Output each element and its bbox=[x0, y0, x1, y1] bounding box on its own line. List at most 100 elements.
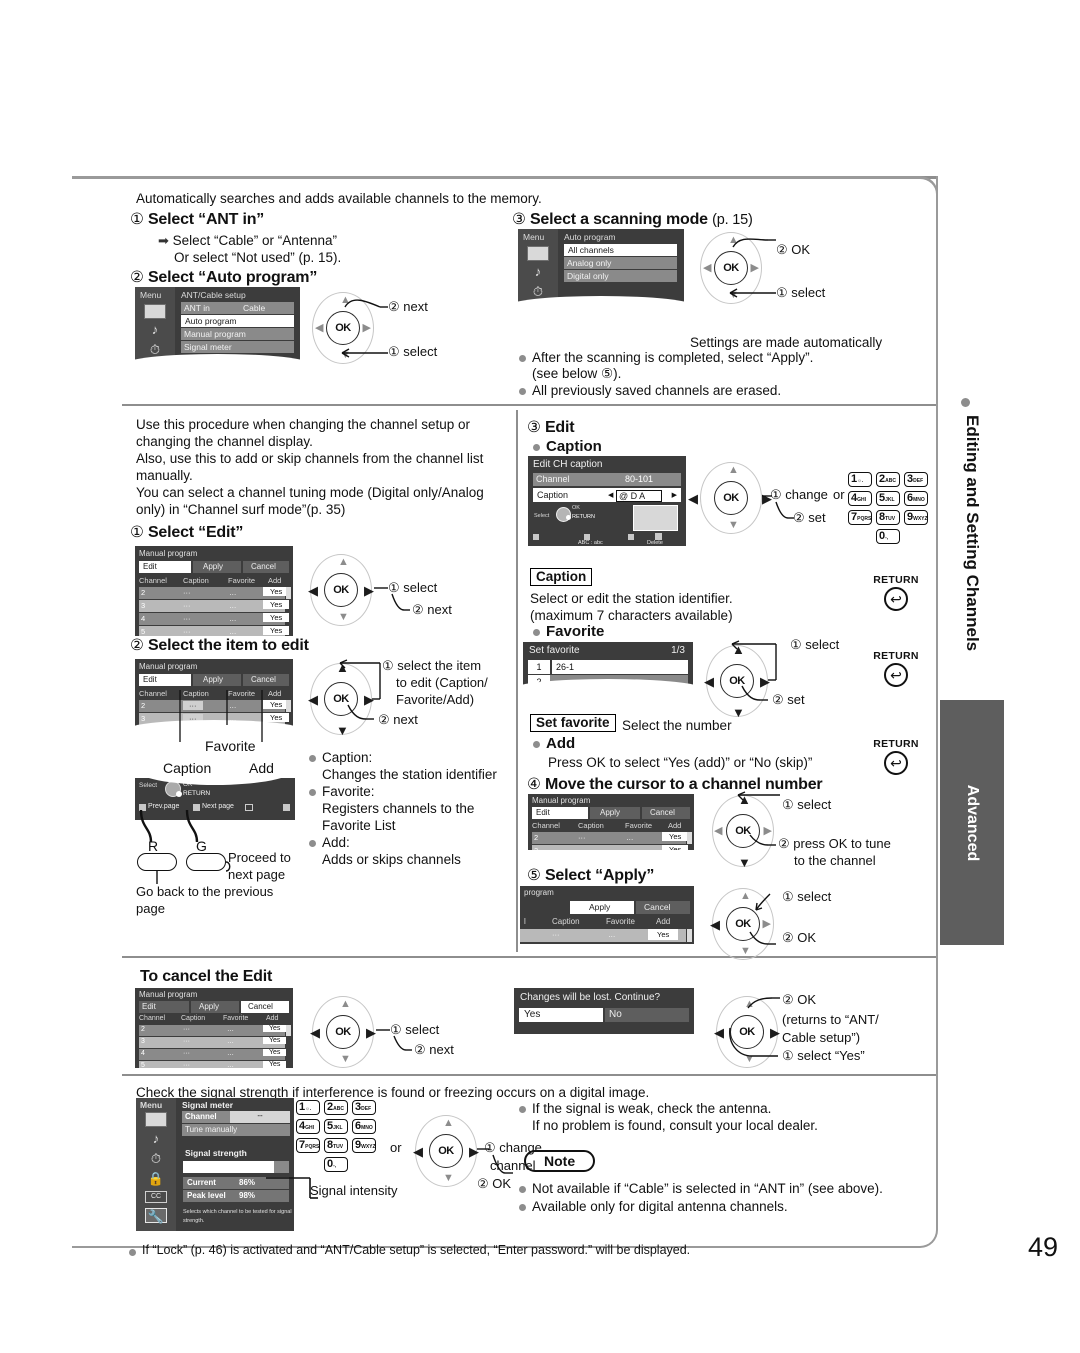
cell-add[interactable]: Yes bbox=[263, 1061, 287, 1068]
yellow-key-icon[interactable] bbox=[655, 533, 662, 540]
dpad-manual-step-1[interactable]: OK ▲ ▼ ◀ ▶ bbox=[308, 554, 374, 626]
caption-value[interactable]: @ D A bbox=[616, 490, 663, 502]
key-6[interactable]: 6MNO bbox=[352, 1119, 376, 1134]
key-1[interactable]: 1☼. bbox=[296, 1100, 320, 1115]
remote-keypad-edit[interactable]: 1☼. 2ABC 3DEF 4GHI 5JKL 6MNO 7PQRS 8TUV … bbox=[848, 472, 934, 544]
cell-add[interactable]: Yes bbox=[263, 613, 290, 622]
btn-edit[interactable]: Edit bbox=[139, 674, 191, 686]
btn-apply[interactable]: Apply bbox=[590, 807, 640, 819]
btn-edit[interactable]: Edit bbox=[139, 1001, 189, 1013]
favorite-row-1[interactable]: 1 26-1 bbox=[528, 660, 688, 674]
remote-keypad-signal[interactable]: 1☼. 2ABC 3DEF 4GHI 5JKL 6MNO 7PQRS 8TUV … bbox=[296, 1100, 382, 1172]
return-button-3[interactable]: RETURN ↩ bbox=[868, 738, 924, 775]
cell-add[interactable]: Yes bbox=[662, 832, 689, 841]
lock-icon[interactable]: 🔒 bbox=[145, 1171, 167, 1186]
row-signal-channel[interactable]: Channel -- bbox=[182, 1111, 290, 1123]
cell-add[interactable]: Yes bbox=[263, 626, 290, 635]
btn-edit[interactable]: Edit bbox=[139, 561, 191, 573]
setup-tools-icon[interactable]: 🔧 bbox=[145, 1208, 167, 1224]
btn-cancel[interactable]: Cancel bbox=[636, 901, 690, 914]
cell-add[interactable]: Yes bbox=[648, 929, 679, 940]
ok-button[interactable]: OK bbox=[324, 573, 358, 607]
return-arrow-icon[interactable]: ↩ bbox=[884, 663, 908, 687]
return-arrow-icon[interactable]: ↩ bbox=[884, 587, 908, 611]
btn-cancel[interactable]: Cancel bbox=[243, 674, 289, 686]
blue-key-icon[interactable] bbox=[245, 804, 253, 811]
scrollbar-thumb[interactable] bbox=[286, 587, 291, 599]
row-manual-program[interactable]: Manual program bbox=[181, 328, 294, 340]
key-0[interactable]: 0-, bbox=[876, 529, 900, 544]
key-1[interactable]: 1☼. bbox=[848, 472, 872, 487]
caption-left-arrow-icon[interactable]: ◀ bbox=[608, 491, 613, 499]
timer-clock-icon[interactable]: ⏱ bbox=[145, 1151, 167, 1166]
closed-caption-icon[interactable]: CC bbox=[145, 1191, 167, 1203]
dpad-signal[interactable]: OK ▲ ▼ ◀ ▶ bbox=[413, 1115, 479, 1187]
scrollbar-thumb[interactable] bbox=[687, 832, 692, 844]
key-9[interactable]: 9WXYZ bbox=[904, 510, 928, 525]
btn-cancel[interactable]: Cancel bbox=[241, 1001, 289, 1013]
row-ant-in[interactable]: ANT in Cable bbox=[181, 302, 294, 314]
caption-right-arrow-icon[interactable]: ▶ bbox=[672, 491, 677, 499]
key-3[interactable]: 3DEF bbox=[904, 472, 928, 487]
red-key-icon[interactable] bbox=[533, 534, 539, 540]
key-0[interactable]: 0-, bbox=[324, 1157, 348, 1172]
row-tune-manually[interactable]: Tune manually bbox=[182, 1124, 290, 1136]
table-row[interactable]: 3 ··· … Yes bbox=[139, 1037, 287, 1048]
cell-add[interactable]: Yes bbox=[263, 600, 290, 609]
dialog-yes-button[interactable]: Yes bbox=[519, 1008, 603, 1022]
key-3[interactable]: 3DEF bbox=[352, 1100, 376, 1115]
table-row[interactable]: 5 ··· … Yes bbox=[139, 626, 290, 636]
key-5[interactable]: 5JKL bbox=[324, 1119, 348, 1134]
ok-button[interactable]: OK bbox=[326, 1015, 360, 1049]
table-row[interactable]: ··· … Yes bbox=[520, 929, 686, 942]
table-row[interactable]: 2 ···… Yes bbox=[532, 832, 689, 844]
picture-icon[interactable] bbox=[145, 1112, 167, 1127]
cell-add[interactable]: Yes bbox=[263, 1037, 287, 1044]
row-auto-program[interactable]: Auto program bbox=[181, 315, 294, 327]
row-all-channels[interactable]: All channels bbox=[564, 244, 677, 256]
btn-apply[interactable]: Apply bbox=[193, 674, 241, 686]
ok-button[interactable]: OK bbox=[429, 1134, 463, 1168]
yellow-key-icon[interactable] bbox=[283, 804, 290, 811]
row-signal-meter[interactable]: Signal meter bbox=[181, 341, 294, 353]
cell-add[interactable]: Yes bbox=[263, 1049, 287, 1056]
key-2[interactable]: 2ABC bbox=[324, 1100, 348, 1115]
key-4[interactable]: 4GHI bbox=[296, 1119, 320, 1134]
return-button-2[interactable]: RETURN ↩ bbox=[868, 650, 924, 687]
key-5[interactable]: 5JKL bbox=[876, 491, 900, 506]
dpad-cancel-1[interactable]: OK ▲ ▼ ◀ ▶ bbox=[310, 996, 376, 1068]
table-row[interactable]: 3 ··· … Yes bbox=[532, 845, 689, 850]
scrollbar-thumb[interactable] bbox=[687, 929, 692, 942]
btn-apply[interactable]: Apply bbox=[191, 1001, 239, 1013]
blue-key-icon[interactable] bbox=[628, 534, 634, 540]
key-8[interactable]: 8TUV bbox=[876, 510, 900, 525]
key-7[interactable]: 7PQRS bbox=[848, 510, 872, 525]
ok-button[interactable]: OK bbox=[714, 481, 748, 515]
btn-edit[interactable]: Edit bbox=[532, 807, 588, 819]
table-row[interactable]: 4 ··· … Yes bbox=[139, 613, 290, 625]
dpad-edit-caption[interactable]: OK ▲ ▼ ◀ ▶ bbox=[688, 462, 772, 534]
return-button-1[interactable]: RETURN ↩ bbox=[868, 574, 924, 611]
btn-cancel[interactable]: Cancel bbox=[243, 561, 289, 573]
btn-apply[interactable]: Apply bbox=[570, 901, 634, 914]
table-row[interactable]: 3 ··· … Yes bbox=[139, 600, 290, 612]
row-digital-only[interactable]: Digital only bbox=[564, 270, 677, 282]
row-analog-only[interactable]: Analog only bbox=[564, 257, 677, 269]
key-4[interactable]: 4GHI bbox=[848, 491, 872, 506]
btn-cancel[interactable]: Cancel bbox=[642, 807, 690, 819]
dialog-no-button[interactable]: No bbox=[605, 1008, 689, 1022]
table-row[interactable]: 4 ··· … Yes bbox=[139, 1049, 287, 1060]
table-row[interactable]: 2 ···… Yes bbox=[139, 587, 290, 599]
key-6[interactable]: 6MNO bbox=[904, 491, 928, 506]
table-row[interactable]: 2 ···… Yes bbox=[139, 1025, 287, 1036]
key-7[interactable]: 7PQRS bbox=[296, 1138, 320, 1153]
cell-add[interactable]: Yes bbox=[263, 1025, 287, 1032]
key-2[interactable]: 2ABC bbox=[876, 472, 900, 487]
audio-note-icon[interactable]: ♪ bbox=[145, 1131, 167, 1146]
btn-apply[interactable]: Apply bbox=[193, 561, 241, 573]
key-9[interactable]: 9WXYZ bbox=[352, 1138, 376, 1153]
table-row[interactable]: 5 ··· … Yes bbox=[139, 1061, 287, 1068]
key-8[interactable]: 8TUV bbox=[324, 1138, 348, 1153]
scrollbar-thumb[interactable] bbox=[286, 1025, 291, 1036]
return-arrow-icon[interactable]: ↩ bbox=[884, 751, 908, 775]
